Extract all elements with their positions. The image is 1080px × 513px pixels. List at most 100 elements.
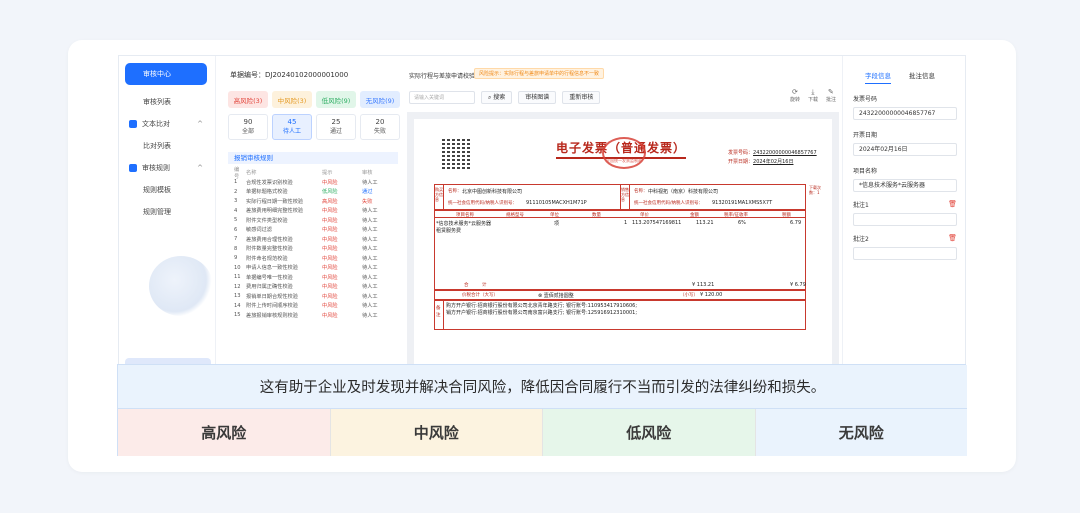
table-row[interactable]: 14 附件上传时间顺序校验 中风险 待人工 <box>228 301 398 311</box>
sidebar-group-text-compare[interactable]: 文本比对 ^ <box>119 113 215 135</box>
sidebar-item-label: 文本比对 <box>142 120 170 128</box>
total-tax: ¥ 6.79 <box>790 282 806 288</box>
column-header: 编号 <box>234 166 240 180</box>
buyer-name: 北京中图创新科技有限公司 <box>462 189 523 195</box>
table-row[interactable]: 4 差旅费用明细完整性校验 中风险 待人工 <box>228 206 398 216</box>
rule-name: 费用归属正确性校验 <box>246 284 293 291</box>
rule-name: 报销单日期合规性校验 <box>246 293 298 300</box>
table-row[interactable]: 2 单据标题格式校验 低风险 通过 <box>228 187 398 197</box>
table-row[interactable]: 11 单据编号唯一性校验 中风险 待人工 <box>228 273 398 283</box>
trash-icon[interactable]: 🗑 <box>948 200 957 209</box>
download-count: 下载次数：1 <box>809 185 821 195</box>
rule-status: 通过 <box>362 189 373 196</box>
audit-panel: 单据编号：DJ20240102000001000 高风险(3) 中风险(3) 低… <box>220 56 400 364</box>
item-header: 金额 <box>690 213 699 218</box>
table-row[interactable]: 3 实际行程日期一致性校验 高风险 失败 <box>228 197 398 207</box>
items-header-line <box>434 210 806 218</box>
table-row[interactable]: 9 附件命名规范校验 中风险 待人工 <box>228 254 398 264</box>
search-input[interactable]: 请输入关键词 <box>409 91 475 104</box>
stat-passed[interactable]: 25 通过 <box>316 114 356 140</box>
stat-all[interactable]: 90 全部 <box>228 114 268 140</box>
table-row[interactable]: 6 敏感词过滤 中风险 待人工 <box>228 225 398 235</box>
rule-number: 9 <box>234 255 238 262</box>
cross-circle-icon: ⊗ <box>538 293 543 299</box>
rule-number: 5 <box>234 217 238 224</box>
table-row[interactable]: 8 附件数量完整性校验 中风险 待人工 <box>228 244 398 254</box>
sidebar-item-compare-list[interactable]: 比对列表 <box>119 135 215 157</box>
total-small-value: ¥ 120.00 <box>700 292 723 298</box>
chevron-up-icon: ^ <box>197 120 203 128</box>
sidebar-item-rule-manage[interactable]: 规则管理 <box>119 201 215 223</box>
rule-number: 8 <box>234 245 238 252</box>
app-screenshot: 审核中心 审核列表 文本比对 ^ 比对列表 审核规则 ^ 规则模板 规则管理 单据编… <box>118 55 966 365</box>
tab-field-info[interactable]: 字段信息 <box>865 70 891 84</box>
table-row[interactable]: 7 差旅费用合理性校验 中风险 待人工 <box>228 235 398 245</box>
sidebar-item-rule-template[interactable]: 规则模板 <box>119 179 215 201</box>
rules-section-title: 报销审核规则 <box>228 152 398 164</box>
trash-icon[interactable]: 🗑 <box>948 234 957 243</box>
rule-name: 差旅报销审核规则校验 <box>246 312 298 319</box>
rotate-button[interactable]: ⟳ 旋转 <box>790 88 800 103</box>
stat-label: 失败 <box>373 127 386 135</box>
level-medium-risk: 中风险 <box>330 409 543 456</box>
invoice-number-field[interactable]: 24322000000046857767 <box>853 107 957 120</box>
table-row[interactable]: 15 差旅报销审核规则校验 中风险 待人工 <box>228 311 398 321</box>
download-icon: ⤓ <box>811 88 815 96</box>
rule-status: 待人工 <box>362 179 378 186</box>
field-panel-tabs: 字段信息 批注信息 <box>865 70 957 84</box>
stat-label: 通过 <box>329 127 342 135</box>
level-low-risk: 低风险 <box>543 409 756 456</box>
column-header: 提示 <box>322 170 333 177</box>
tab-no-risk[interactable]: 无风险(9) <box>360 91 400 108</box>
annotation-2-field[interactable] <box>853 247 957 260</box>
rules-icon <box>129 164 137 172</box>
invoice-date: 2024年02月16日 <box>753 159 794 165</box>
tab-annotation-info[interactable]: 批注信息 <box>909 70 935 84</box>
search-button-label: 搜索 <box>493 94 506 101</box>
rule-number: 3 <box>234 198 238 205</box>
audit-graph-button[interactable]: 审核图谱 <box>518 91 557 104</box>
sidebar: 审核中心 审核列表 文本比对 ^ 比对列表 审核规则 ^ 规则模板 规则管理 <box>119 56 216 364</box>
item-name-field[interactable]: *信息技术服务*云服务器 <box>853 179 957 192</box>
tab-high-risk[interactable]: 高风险(3) <box>228 91 268 108</box>
buyer-tax-label: 统一社会信用代码/纳税人识别号： <box>448 201 518 206</box>
bill-number-value: DJ20240102000001000 <box>265 71 349 79</box>
viewer-actions: ⟳ 旋转 ⤓ 下载 ✎ 批注 <box>790 88 836 103</box>
item-tax: 6.79 <box>790 220 802 226</box>
invoice-seal: 全国统一发票监制章 <box>602 137 646 169</box>
table-row[interactable]: 13 报销单日期合规性校验 中风险 待人工 <box>228 292 398 302</box>
total-words: ⊗ 壹佰贰拾圆整 <box>538 292 574 299</box>
item-header: 单价 <box>640 213 649 218</box>
seller-side-label: 销售方信息 <box>621 187 629 202</box>
rule-risk: 高风险 <box>322 198 338 205</box>
sidebar-item-audit-center[interactable]: 审核中心 <box>125 63 207 85</box>
download-button[interactable]: ⤓ 下载 <box>808 88 818 103</box>
rule-name: 附件文件类型校验 <box>246 217 288 224</box>
invoice-date-field[interactable]: 2024年02月16日 <box>853 143 957 156</box>
annotate-button[interactable]: ✎ 批注 <box>826 88 836 103</box>
reaudit-button[interactable]: 重新审核 <box>562 91 601 104</box>
stat-count: 45 <box>287 118 297 126</box>
tab-low-risk[interactable]: 低风险(9) <box>316 91 356 108</box>
stat-count: 90 <box>243 118 253 126</box>
item-header: 数量 <box>592 213 601 218</box>
search-button[interactable]: ⌕ 搜索 <box>481 91 513 104</box>
rule-number: 14 <box>234 302 241 309</box>
stat-count: 20 <box>375 118 385 126</box>
rule-number: 2 <box>234 188 238 195</box>
sidebar-group-audit-rules[interactable]: 审核规则 ^ <box>119 157 215 179</box>
table-row[interactable]: 1 合规性发票识别校验 中风险 待人工 <box>228 178 398 188</box>
table-row[interactable]: 10 申请人信息一致性校验 中风险 待人工 <box>228 263 398 273</box>
annotation-1-field[interactable] <box>853 213 957 226</box>
stat-pending[interactable]: 45 待人工 <box>272 114 312 140</box>
rule-status: 待人工 <box>362 236 378 243</box>
table-row[interactable]: 12 费用归属正确性校验 中风险 待人工 <box>228 282 398 292</box>
rule-status: 待人工 <box>362 265 378 272</box>
table-row[interactable]: 5 附件文件类型校验 中风险 待人工 <box>228 216 398 226</box>
level-high-risk: 高风险 <box>118 409 331 456</box>
rule-status: 待人工 <box>362 293 378 300</box>
tab-medium-risk[interactable]: 中风险(3) <box>272 91 312 108</box>
item-quantity: 1 <box>624 220 628 226</box>
stat-failed[interactable]: 20 失败 <box>360 114 400 140</box>
sidebar-item-audit-list[interactable]: 审核列表 <box>119 91 215 113</box>
